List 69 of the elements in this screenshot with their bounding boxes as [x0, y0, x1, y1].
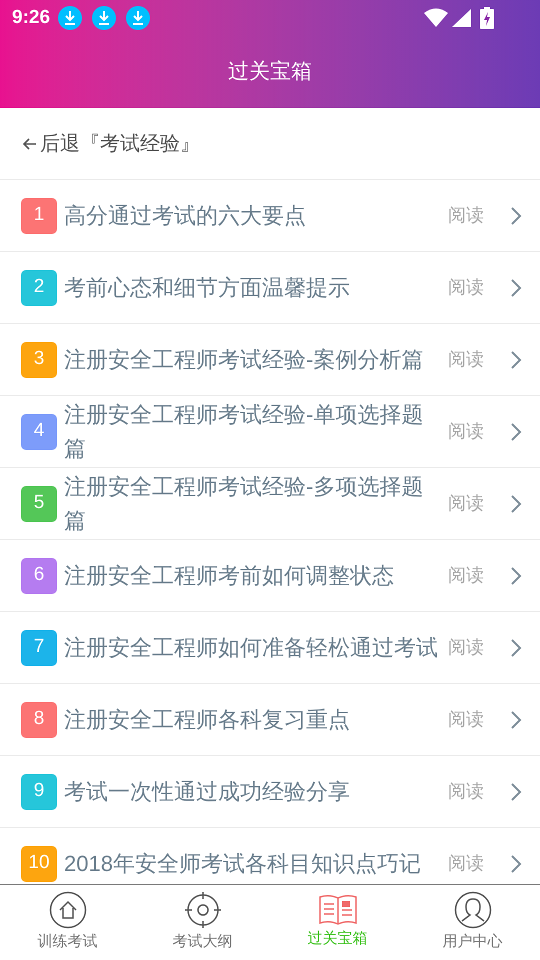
- chevron-right-icon: [510, 854, 522, 874]
- chevron-right-icon: [510, 206, 522, 226]
- read-label: 阅读: [448, 852, 484, 875]
- number-badge: 7: [21, 630, 57, 666]
- download-icon: [58, 6, 82, 30]
- article-row[interactable]: 6 注册安全工程师考前如何调整状态 阅读: [0, 540, 540, 612]
- download-icon: [126, 6, 150, 30]
- number-badge: 9: [21, 774, 57, 810]
- read-label: 阅读: [448, 708, 484, 731]
- article-title: 考试一次性通过成功经验分享: [64, 778, 351, 806]
- nav-tab[interactable]: 训练考试: [0, 885, 135, 960]
- chevron-right-icon: [510, 278, 522, 298]
- article-title: 高分通过考试的六大要点: [64, 202, 307, 230]
- battery-icon: [480, 7, 494, 29]
- tab-label: 过关宝箱: [308, 929, 368, 950]
- back-arrow-icon: [22, 136, 38, 152]
- chevron-right-icon: [510, 710, 522, 730]
- article-row[interactable]: 3 注册安全工程师考试经验-案例分析篇 阅读: [0, 324, 540, 396]
- crosshair-icon: [184, 891, 222, 930]
- read-label: 阅读: [448, 420, 484, 443]
- chevron-right-icon: [510, 638, 522, 658]
- number-badge: 5: [21, 486, 57, 522]
- article-title: 注册安全工程师考试经验-多项选择题篇: [64, 472, 424, 534]
- number-badge: 10: [21, 846, 57, 882]
- article-title: 注册安全工程师各科复习重点: [64, 706, 351, 734]
- read-label: 阅读: [448, 564, 484, 587]
- article-row[interactable]: 7 注册安全工程师如何准备轻松通过考试 阅读: [0, 612, 540, 684]
- number-badge: 4: [21, 414, 57, 450]
- read-label: 阅读: [448, 492, 484, 515]
- nav-tab[interactable]: 用户中心: [405, 885, 540, 960]
- nav-tab[interactable]: 考试大纲: [135, 885, 270, 960]
- chevron-right-icon: [510, 350, 522, 370]
- read-label: 阅读: [448, 276, 484, 299]
- article-row[interactable]: 8 注册安全工程师各科复习重点 阅读: [0, 684, 540, 756]
- number-badge: 8: [21, 702, 57, 738]
- read-label: 阅读: [448, 636, 484, 659]
- page-title: 过关宝箱: [228, 59, 312, 86]
- back-link[interactable]: 后退『考试经验』: [22, 128, 200, 158]
- chevron-right-icon: [510, 782, 522, 802]
- chevron-right-icon: [510, 422, 522, 442]
- article-title: 注册安全工程师考试经验-单项选择题篇: [64, 400, 424, 462]
- home-icon: [48, 891, 86, 930]
- number-badge: 1: [21, 198, 57, 234]
- number-badge: 3: [21, 342, 57, 378]
- number-badge: 6: [21, 558, 57, 594]
- signal-icon: [452, 8, 472, 28]
- article-title: 注册安全工程师考试经验-案例分析篇: [64, 346, 424, 374]
- wifi-icon: [424, 8, 448, 28]
- article-row[interactable]: 9 考试一次性通过成功经验分享 阅读: [0, 756, 540, 828]
- tab-label: 考试大纲: [172, 932, 232, 952]
- read-label: 阅读: [448, 204, 484, 227]
- chevron-right-icon: [510, 566, 522, 586]
- number-badge: 2: [21, 270, 57, 306]
- article-title: 注册安全工程师如何准备轻松通过考试: [64, 634, 439, 662]
- chevron-right-icon: [510, 494, 522, 514]
- read-label: 阅读: [448, 348, 484, 371]
- nav-tab[interactable]: 过关宝箱: [270, 885, 405, 960]
- article-title: 考前心态和细节方面温馨提示: [64, 274, 351, 302]
- article-row[interactable]: 1 高分通过考试的六大要点 阅读: [0, 180, 540, 252]
- user-icon: [454, 891, 492, 930]
- tab-label: 用户中心: [442, 932, 502, 952]
- tab-label: 训练考试: [38, 932, 98, 952]
- article-title: 注册安全工程师考前如何调整状态: [64, 562, 395, 590]
- article-row[interactable]: 2 考前心态和细节方面温馨提示 阅读: [0, 252, 540, 324]
- status-time: 9:26: [12, 6, 50, 30]
- download-icon: [92, 6, 116, 30]
- newspaper-icon: [318, 894, 356, 926]
- read-label: 阅读: [448, 780, 484, 803]
- article-title: 2018年安全师考试各科目知识点巧记: [64, 850, 422, 878]
